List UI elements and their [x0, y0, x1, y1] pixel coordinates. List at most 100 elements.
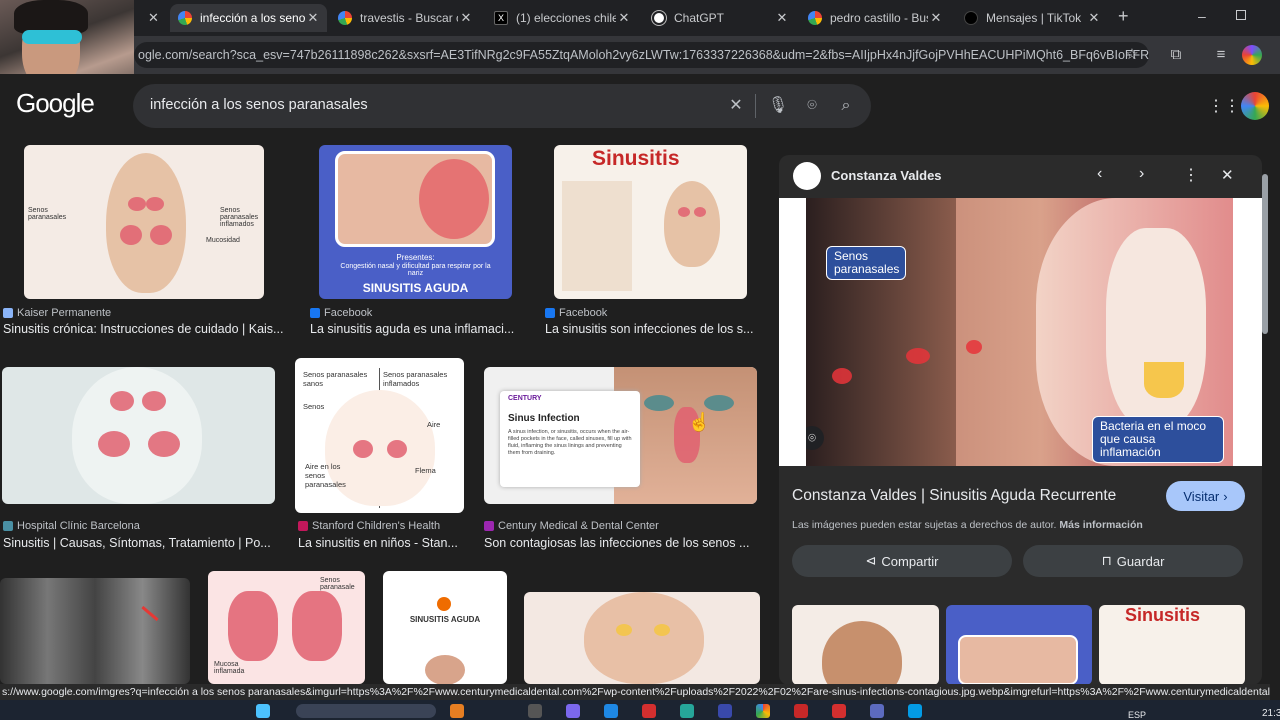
search-input[interactable]: infección a los senos paranasales	[150, 97, 368, 113]
account-avatar[interactable]	[1241, 92, 1269, 120]
result-title[interactable]: Sinusitis | Causas, Síntomas, Tratamient…	[3, 536, 288, 550]
address-bar-row: ogle.com/search?sca_esv=747b26111898c262…	[0, 36, 1280, 74]
result-source[interactable]: Century Medical & Dental Center	[484, 520, 659, 532]
result-image[interactable]: CENTURY Sinus Infection A sinus infectio…	[484, 367, 757, 504]
taskbar-app-icon[interactable]	[756, 704, 770, 718]
tab-close-icon[interactable]: ✕	[305, 10, 321, 26]
taskbar-app-icon[interactable]	[566, 704, 580, 718]
share-button[interactable]: ⊲ Compartir	[792, 545, 1012, 577]
lens-icon[interactable]: ⌾	[801, 95, 823, 117]
more-info-link[interactable]: Más información	[1059, 519, 1142, 531]
close-icon[interactable]: ✕	[1221, 166, 1234, 184]
result-image[interactable]: Senos paranasale Mucosa inflamada	[208, 571, 365, 684]
reading-list-icon[interactable]: ≡	[1210, 44, 1232, 66]
taskbar	[0, 700, 1280, 720]
label-senos: Senos paranasales	[826, 246, 906, 280]
scrollbar[interactable]	[1262, 160, 1268, 680]
tab-search-travestis[interactable]: travestis - Buscar co ✕	[330, 4, 480, 32]
taskbar-app-icon[interactable]	[642, 704, 656, 718]
result-title[interactable]: Son contagiosas las infecciones de los s…	[484, 536, 759, 550]
result-source[interactable]: Stanford Children's Health	[298, 520, 440, 532]
tab-close-icon[interactable]: ✕	[774, 10, 790, 26]
taskbar-app-icon[interactable]	[604, 704, 618, 718]
panel-source[interactable]: Constanza Valdes	[831, 168, 942, 183]
google-icon	[808, 11, 822, 25]
taskbar-app-icon[interactable]	[870, 704, 884, 718]
taskbar-app-icon[interactable]	[794, 704, 808, 718]
result-title[interactable]: Sinusitis crónica: Instrucciones de cuid…	[3, 322, 288, 336]
tab-tiktok[interactable]: Mensajes | TikTok ✕	[956, 4, 1108, 32]
preview-image[interactable]: Senos paranasales Bacteria en el moco qu…	[806, 198, 1233, 466]
url-field[interactable]: ogle.com/search?sca_esv=747b26111898c262…	[134, 42, 1149, 68]
facebook-icon	[545, 308, 555, 318]
tab-x-elecciones[interactable]: X (1) elecciones chile - ✕	[486, 4, 638, 32]
result-image[interactable]	[0, 578, 190, 684]
microphone-icon[interactable]: 🎙	[767, 95, 789, 117]
result-image[interactable]: Sinusitis	[554, 145, 747, 299]
copyright-notice: Las imágenes pueden estar sujetas a dere…	[792, 519, 1143, 531]
search-box[interactable]: infección a los senos paranasales ✕ 🎙 ⌾ …	[133, 84, 871, 128]
panel-title[interactable]: Constanza Valdes | Sinusitis Aguda Recur…	[792, 487, 1116, 505]
google-logo[interactable]: Google	[16, 88, 95, 119]
tab-close-icon[interactable]: ✕	[458, 10, 474, 26]
result-image[interactable]: Presentes: Congestión nasal y dificultad…	[319, 145, 512, 299]
language-indicator[interactable]: ESP	[1128, 710, 1146, 720]
next-icon[interactable]: ›	[1139, 165, 1144, 183]
extensions-icon[interactable]: ⧉	[1165, 44, 1187, 66]
result-image[interactable]: Senos paranasales Senos paranasales infl…	[24, 145, 264, 299]
profile-avatar[interactable]	[1242, 45, 1262, 65]
tab-close-icon[interactable]: ✕	[1086, 10, 1102, 26]
save-button[interactable]: ⊓ Guardar	[1023, 545, 1243, 577]
google-icon	[178, 11, 192, 25]
tab-search-pedro[interactable]: pedro castillo - Busc ✕	[800, 4, 950, 32]
taskbar-app-icon[interactable]	[832, 704, 846, 718]
tab-close-icon[interactable]: ✕	[616, 10, 632, 26]
label-bacteria: Bacteria en el moco que causa inflamació…	[1092, 416, 1224, 463]
webcam-glasses	[22, 30, 82, 44]
result-image[interactable]: SINUSITIS AGUDA	[383, 571, 507, 684]
clear-icon[interactable]: ✕	[725, 95, 747, 117]
result-source[interactable]: Facebook	[310, 307, 372, 319]
related-image[interactable]	[792, 605, 939, 685]
search-icon[interactable]: ⌕	[835, 95, 857, 117]
close-icon[interactable]: ✕	[148, 10, 159, 26]
clock[interactable]: 21:3	[1262, 708, 1280, 719]
taskbar-app-icon[interactable]	[718, 704, 732, 718]
new-tab-button[interactable]: +	[1118, 6, 1129, 27]
result-image[interactable]	[2, 367, 275, 504]
result-source[interactable]: Hospital Clínic Barcelona	[3, 520, 140, 532]
bookmark-icon: ⊓	[1101, 553, 1112, 568]
result-title[interactable]: La sinusitis son infecciones de los s...	[545, 322, 760, 336]
tab-bar: ✕ infección a los senos ✕ travestis - Bu…	[0, 0, 1280, 36]
result-source[interactable]: Kaiser Permanente	[3, 307, 111, 319]
result-source[interactable]: Facebook	[545, 307, 607, 319]
windows-start-icon[interactable]	[256, 704, 270, 718]
result-title[interactable]: La sinusitis aguda es una inflamaci...	[310, 322, 530, 336]
tab-close-icon[interactable]: ✕	[928, 10, 944, 26]
mouse-cursor-icon: ☝	[688, 412, 711, 432]
more-options-icon[interactable]: ⋮	[1183, 165, 1199, 185]
hospital-icon	[3, 521, 13, 531]
tab-chatgpt[interactable]: ChatGPT ✕	[644, 4, 796, 32]
taskbar-search-icon[interactable]	[296, 704, 436, 718]
tab-search-sinus[interactable]: infección a los senos ✕	[170, 4, 327, 32]
minimize-icon[interactable]: –	[1198, 8, 1206, 24]
related-image[interactable]: Sinusitis	[1099, 605, 1245, 685]
taskbar-app-icon[interactable]	[908, 704, 922, 718]
google-icon	[338, 11, 352, 25]
taskbar-app-icon[interactable]	[680, 704, 694, 718]
related-image[interactable]	[946, 605, 1092, 685]
taskbar-app-icon[interactable]	[528, 704, 542, 718]
x-icon: X	[494, 11, 508, 25]
kaiser-icon	[3, 308, 13, 318]
result-image[interactable]	[524, 592, 760, 684]
taskbar-app-icon[interactable]	[450, 704, 464, 718]
visit-button[interactable]: Visitar ›	[1166, 481, 1245, 511]
restore-icon[interactable]	[1236, 10, 1246, 20]
star-icon[interactable]: ☆	[1121, 44, 1143, 66]
chatgpt-icon	[652, 11, 666, 25]
source-logo[interactable]	[793, 162, 821, 190]
prev-icon[interactable]: ‹	[1097, 165, 1102, 183]
result-title[interactable]: La sinusitis en niños - Stan...	[298, 536, 473, 550]
result-image[interactable]: Senos paranasales sanos Senos paranasale…	[295, 358, 464, 513]
